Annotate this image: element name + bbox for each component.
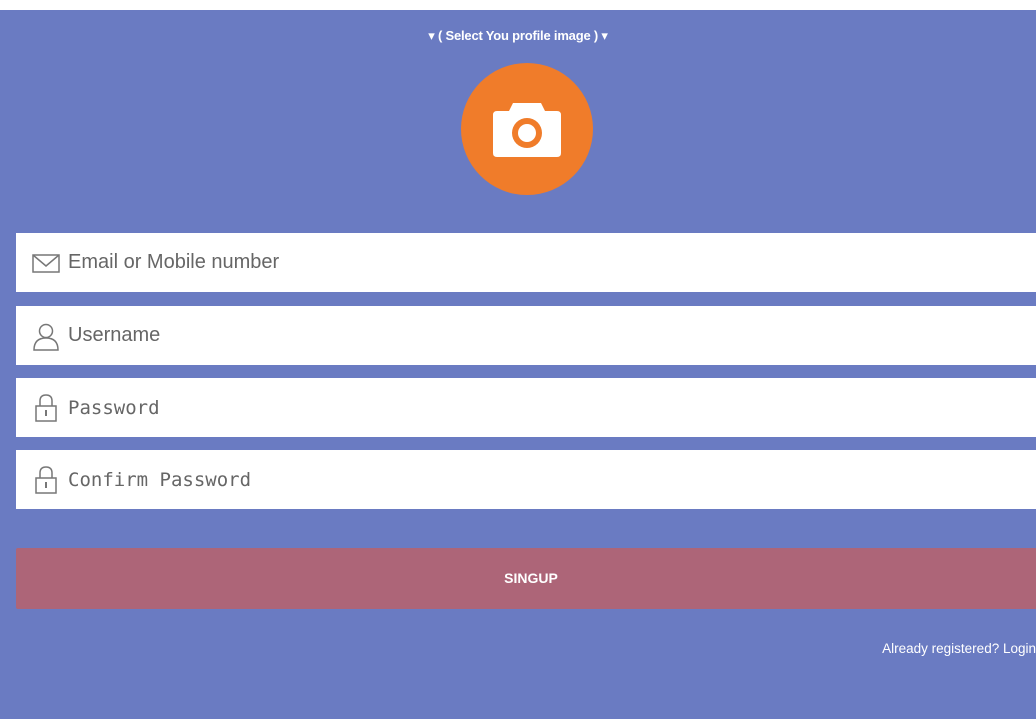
lock-icon [35,394,57,422]
username-field[interactable] [16,306,1036,365]
signup-button[interactable]: SINGUP [16,548,1036,609]
email-field[interactable] [16,233,1036,292]
confirm-password-field[interactable] [16,450,1036,509]
confirm-password-input[interactable] [68,450,1028,509]
select-profile-image-label[interactable]: ▾ ( Select You profile image ) ▾ [0,28,1036,44]
email-input[interactable] [68,233,1028,292]
login-link[interactable]: Already registered? Login [882,641,1036,656]
username-input[interactable] [68,306,1028,365]
password-input[interactable] [68,378,1028,437]
user-icon [33,323,59,351]
password-field[interactable] [16,378,1036,437]
top-edge [0,0,1036,10]
profile-image-picker-button[interactable] [461,63,593,195]
lock-icon [35,466,57,494]
envelope-icon [32,254,60,273]
camera-icon [493,103,561,157]
